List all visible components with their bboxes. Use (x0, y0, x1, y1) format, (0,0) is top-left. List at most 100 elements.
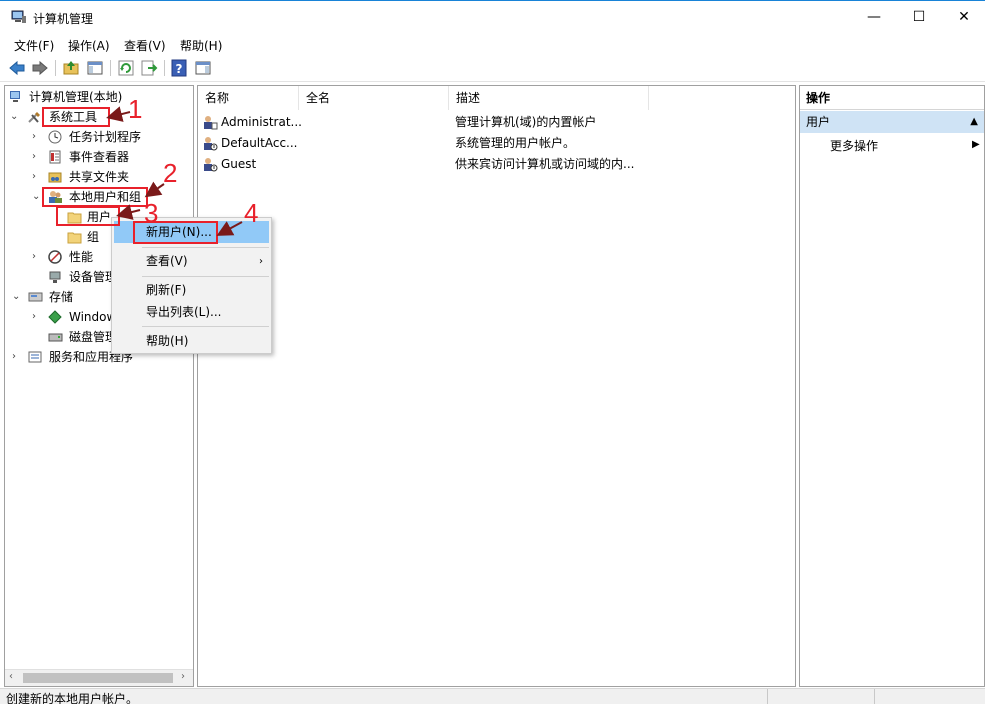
tree-label: 磁盘管理 (69, 330, 118, 344)
actions-section-label: 用户 (806, 115, 831, 129)
user-icon (204, 158, 218, 172)
annotation-number-2: 2 (163, 158, 178, 188)
expand-chevron-icon[interactable]: › (32, 147, 42, 167)
menu-action[interactable]: 操作(A) (68, 37, 110, 54)
tree-label: 设备管理 (69, 270, 118, 284)
actions-header: 操作 (800, 86, 984, 110)
tree-label: 事件查看器 (69, 150, 130, 164)
clock-icon (48, 130, 62, 144)
status-text: 创建新的本地用户帐户。 (6, 692, 139, 704)
column-header-name[interactable]: 名称 (198, 86, 299, 110)
computer-management-icon (11, 10, 26, 23)
show-hide-console-tree-icon[interactable] (86, 59, 104, 77)
submenu-arrow-icon: › (259, 256, 263, 267)
maximize-button[interactable]: ☐ (896, 1, 942, 33)
tree-label: Window (69, 310, 117, 324)
expand-chevron-icon[interactable]: › (32, 247, 42, 267)
more-actions-item[interactable]: 更多操作 (830, 136, 878, 156)
help-icon[interactable]: ? (170, 59, 188, 77)
scrollbar-thumb[interactable] (23, 673, 173, 683)
menu-separator (142, 326, 269, 327)
table-row[interactable]: Administrat... 管理计算机(域)的内置帐户 (198, 112, 795, 133)
forward-arrow-icon[interactable] (31, 59, 49, 77)
window-title: 计算机管理 (33, 12, 94, 26)
scroll-right-icon[interactable]: › (181, 671, 185, 682)
table-row[interactable]: Guest 供来宾访问计算机或访问域的内... (198, 154, 795, 175)
services-icon (28, 351, 42, 363)
user-name: Guest (221, 157, 257, 171)
tree-label: 共享文件夹 (69, 170, 130, 184)
close-button[interactable]: ✕ (941, 1, 985, 33)
collapse-chevron-icon[interactable]: ⌄ (12, 287, 22, 307)
actions-pane: 操作 用户 ▲ 更多操作 ▶ (799, 85, 985, 687)
menu-separator (142, 247, 269, 248)
annotation-box-2 (42, 187, 148, 207)
submenu-arrow-icon: ▶ (972, 139, 980, 150)
menu-bar: 文件(F) 操作(A) 查看(V) 帮助(H) (0, 33, 985, 55)
svg-text:?: ? (176, 62, 183, 76)
menu-file[interactable]: 文件(F) (14, 37, 54, 54)
status-bar: 创建新的本地用户帐户。 (0, 688, 985, 704)
menu-help[interactable]: 帮助(H) (180, 37, 222, 54)
tree-label: 组 (87, 230, 100, 244)
user-description: 管理计算机(域)的内置帐户 (455, 115, 597, 129)
column-header-fullname[interactable]: 全名 (299, 86, 449, 110)
storage-icon (28, 292, 43, 302)
table-row[interactable]: DefaultAcc... 系统管理的用户帐户。 (198, 133, 795, 154)
event-log-icon (49, 150, 61, 164)
annotation-number-1: 1 (128, 94, 143, 124)
user-name: DefaultAcc... (221, 136, 298, 150)
actions-section-users[interactable]: 用户 ▲ (800, 111, 984, 133)
annotation-box-1 (42, 107, 110, 127)
user-list-pane: 名称 全名 描述 Administrat... 管理计算机(域)的内置帐户 De… (197, 85, 796, 687)
performance-icon (48, 250, 62, 264)
minimize-button[interactable]: — (851, 1, 897, 33)
annotation-box-3 (56, 206, 120, 226)
tree-label: 存储 (49, 290, 74, 304)
collapse-triangle-icon[interactable]: ▲ (970, 111, 978, 133)
tree-label: 任务计划程序 (69, 130, 142, 144)
column-header-description[interactable]: 描述 (449, 86, 649, 110)
status-divider (767, 689, 768, 704)
status-divider (874, 689, 875, 704)
show-hide-action-pane-icon[interactable] (194, 59, 212, 77)
up-folder-icon[interactable] (62, 59, 80, 77)
user-icon (204, 137, 218, 151)
computer-management-icon (10, 91, 20, 102)
menu-item-export-list[interactable]: 导出列表(L)... (146, 301, 222, 323)
expand-chevron-icon[interactable]: › (12, 347, 22, 367)
collapse-chevron-icon[interactable]: ⌄ (32, 187, 42, 207)
collapse-chevron-icon[interactable]: ⌄ (10, 107, 20, 127)
tree-label: 计算机管理(本地) (29, 90, 123, 104)
tools-icon (28, 112, 40, 123)
disk-icon (48, 333, 63, 342)
menu-view[interactable]: 查看(V) (124, 37, 166, 54)
user-description: 供来宾访问计算机或访问域的内... (455, 157, 635, 171)
export-list-icon[interactable] (140, 59, 158, 77)
toolbar-separator (110, 60, 111, 76)
expand-chevron-icon[interactable]: › (32, 127, 42, 147)
device-manager-icon (49, 271, 61, 283)
menu-item-help[interactable]: 帮助(H) (146, 330, 188, 352)
menu-separator (142, 276, 269, 277)
shared-folder-icon (48, 172, 62, 183)
back-arrow-icon[interactable] (8, 59, 26, 77)
expand-chevron-icon[interactable]: › (32, 167, 42, 187)
tree-label: 性能 (69, 250, 94, 264)
toolbar: ? (0, 55, 985, 82)
toolbar-separator (55, 60, 56, 76)
user-description: 系统管理的用户帐户。 (455, 136, 576, 150)
scroll-left-icon[interactable]: ‹ (9, 671, 13, 682)
refresh-icon[interactable] (117, 59, 135, 77)
expand-chevron-icon[interactable]: › (32, 307, 42, 327)
menu-item-refresh[interactable]: 刷新(F) (146, 279, 186, 301)
title-bar: 计算机管理 — ☐ ✕ (0, 0, 985, 33)
horizontal-scrollbar[interactable]: ‹ › (5, 669, 193, 686)
annotation-number-4: 4 (244, 198, 259, 228)
annotation-number-3: 3 (144, 198, 159, 228)
user-name: Administrat... (221, 115, 302, 129)
folder-icon (67, 232, 82, 244)
more-actions-label: 更多操作 (830, 139, 879, 153)
menu-item-view[interactable]: 查看(V) (146, 250, 268, 272)
toolbar-separator (164, 60, 165, 76)
